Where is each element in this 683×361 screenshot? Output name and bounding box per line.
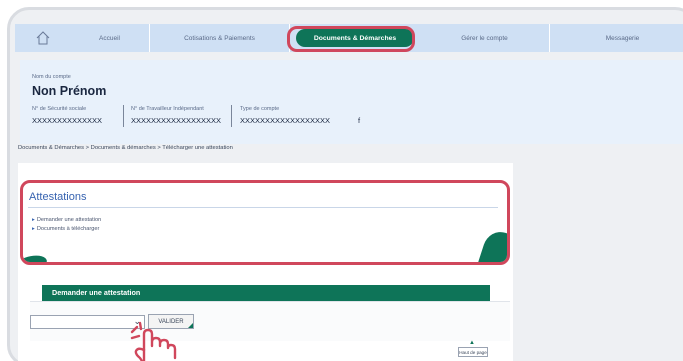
account-type-label: Type de compte	[240, 106, 280, 112]
back-to-top-button[interactable]: Haut de page	[458, 347, 488, 357]
divider	[123, 105, 124, 127]
divider	[28, 207, 498, 208]
arrow-right-icon: ▸	[32, 226, 35, 232]
link-demander-attestation[interactable]: ▸ Demander une attestation	[32, 217, 101, 223]
account-type-value: XXXXXXXXXXXXXXXXXX	[240, 116, 331, 125]
link-label: Documents à télécharger	[36, 226, 100, 232]
breadcrumb: Documents & Démarches > Documents & déma…	[18, 145, 233, 151]
arrow-right-icon: ▸	[32, 217, 35, 223]
attestations-title: Attestations	[29, 191, 87, 203]
link-label: Demander une attestation	[36, 217, 102, 223]
decorative-wave	[478, 227, 507, 262]
right-column	[519, 163, 683, 361]
account-name-label: Nom du compte	[32, 74, 71, 80]
ss-number-value: XXXXXXXXXXXXXX	[32, 116, 103, 125]
section-title: Demander une attestation	[52, 288, 141, 297]
nav-accueil[interactable]: Accueil	[70, 24, 150, 52]
pointing-hand-icon	[130, 321, 177, 361]
account-name: Non Prénom	[32, 84, 107, 98]
nav-gerer-compte[interactable]: Gérer le compte	[420, 24, 550, 52]
ti-number-value: XXXXXXXXXXXXXXXXXX	[131, 116, 222, 125]
nav-cotisations[interactable]: Cotisations & Paiements	[150, 24, 290, 52]
nav-home[interactable]	[15, 24, 70, 52]
nav-messagerie[interactable]: Messagerie	[550, 24, 683, 52]
link-documents-telecharger[interactable]: ▸ Documents à télécharger	[32, 226, 99, 232]
home-icon	[36, 31, 49, 45]
ss-number-label: N° de Sécurité sociale	[32, 106, 87, 112]
section-header: Demander une attestation	[42, 285, 490, 301]
account-type-suffix: f	[358, 116, 361, 125]
ti-number-label: N° de Travailleur Indépendant	[131, 106, 204, 112]
attestations-panel: Attestations ▸ Demander une attestation ▸…	[20, 180, 510, 265]
account-panel: Nom du compte Non Prénom N° de Sécurité …	[20, 60, 683, 144]
divider	[231, 105, 232, 127]
documents-highlight	[287, 26, 415, 52]
arrow-up-icon: ▲	[469, 340, 475, 346]
decorative-wave	[23, 253, 48, 262]
button-corner	[188, 323, 193, 328]
